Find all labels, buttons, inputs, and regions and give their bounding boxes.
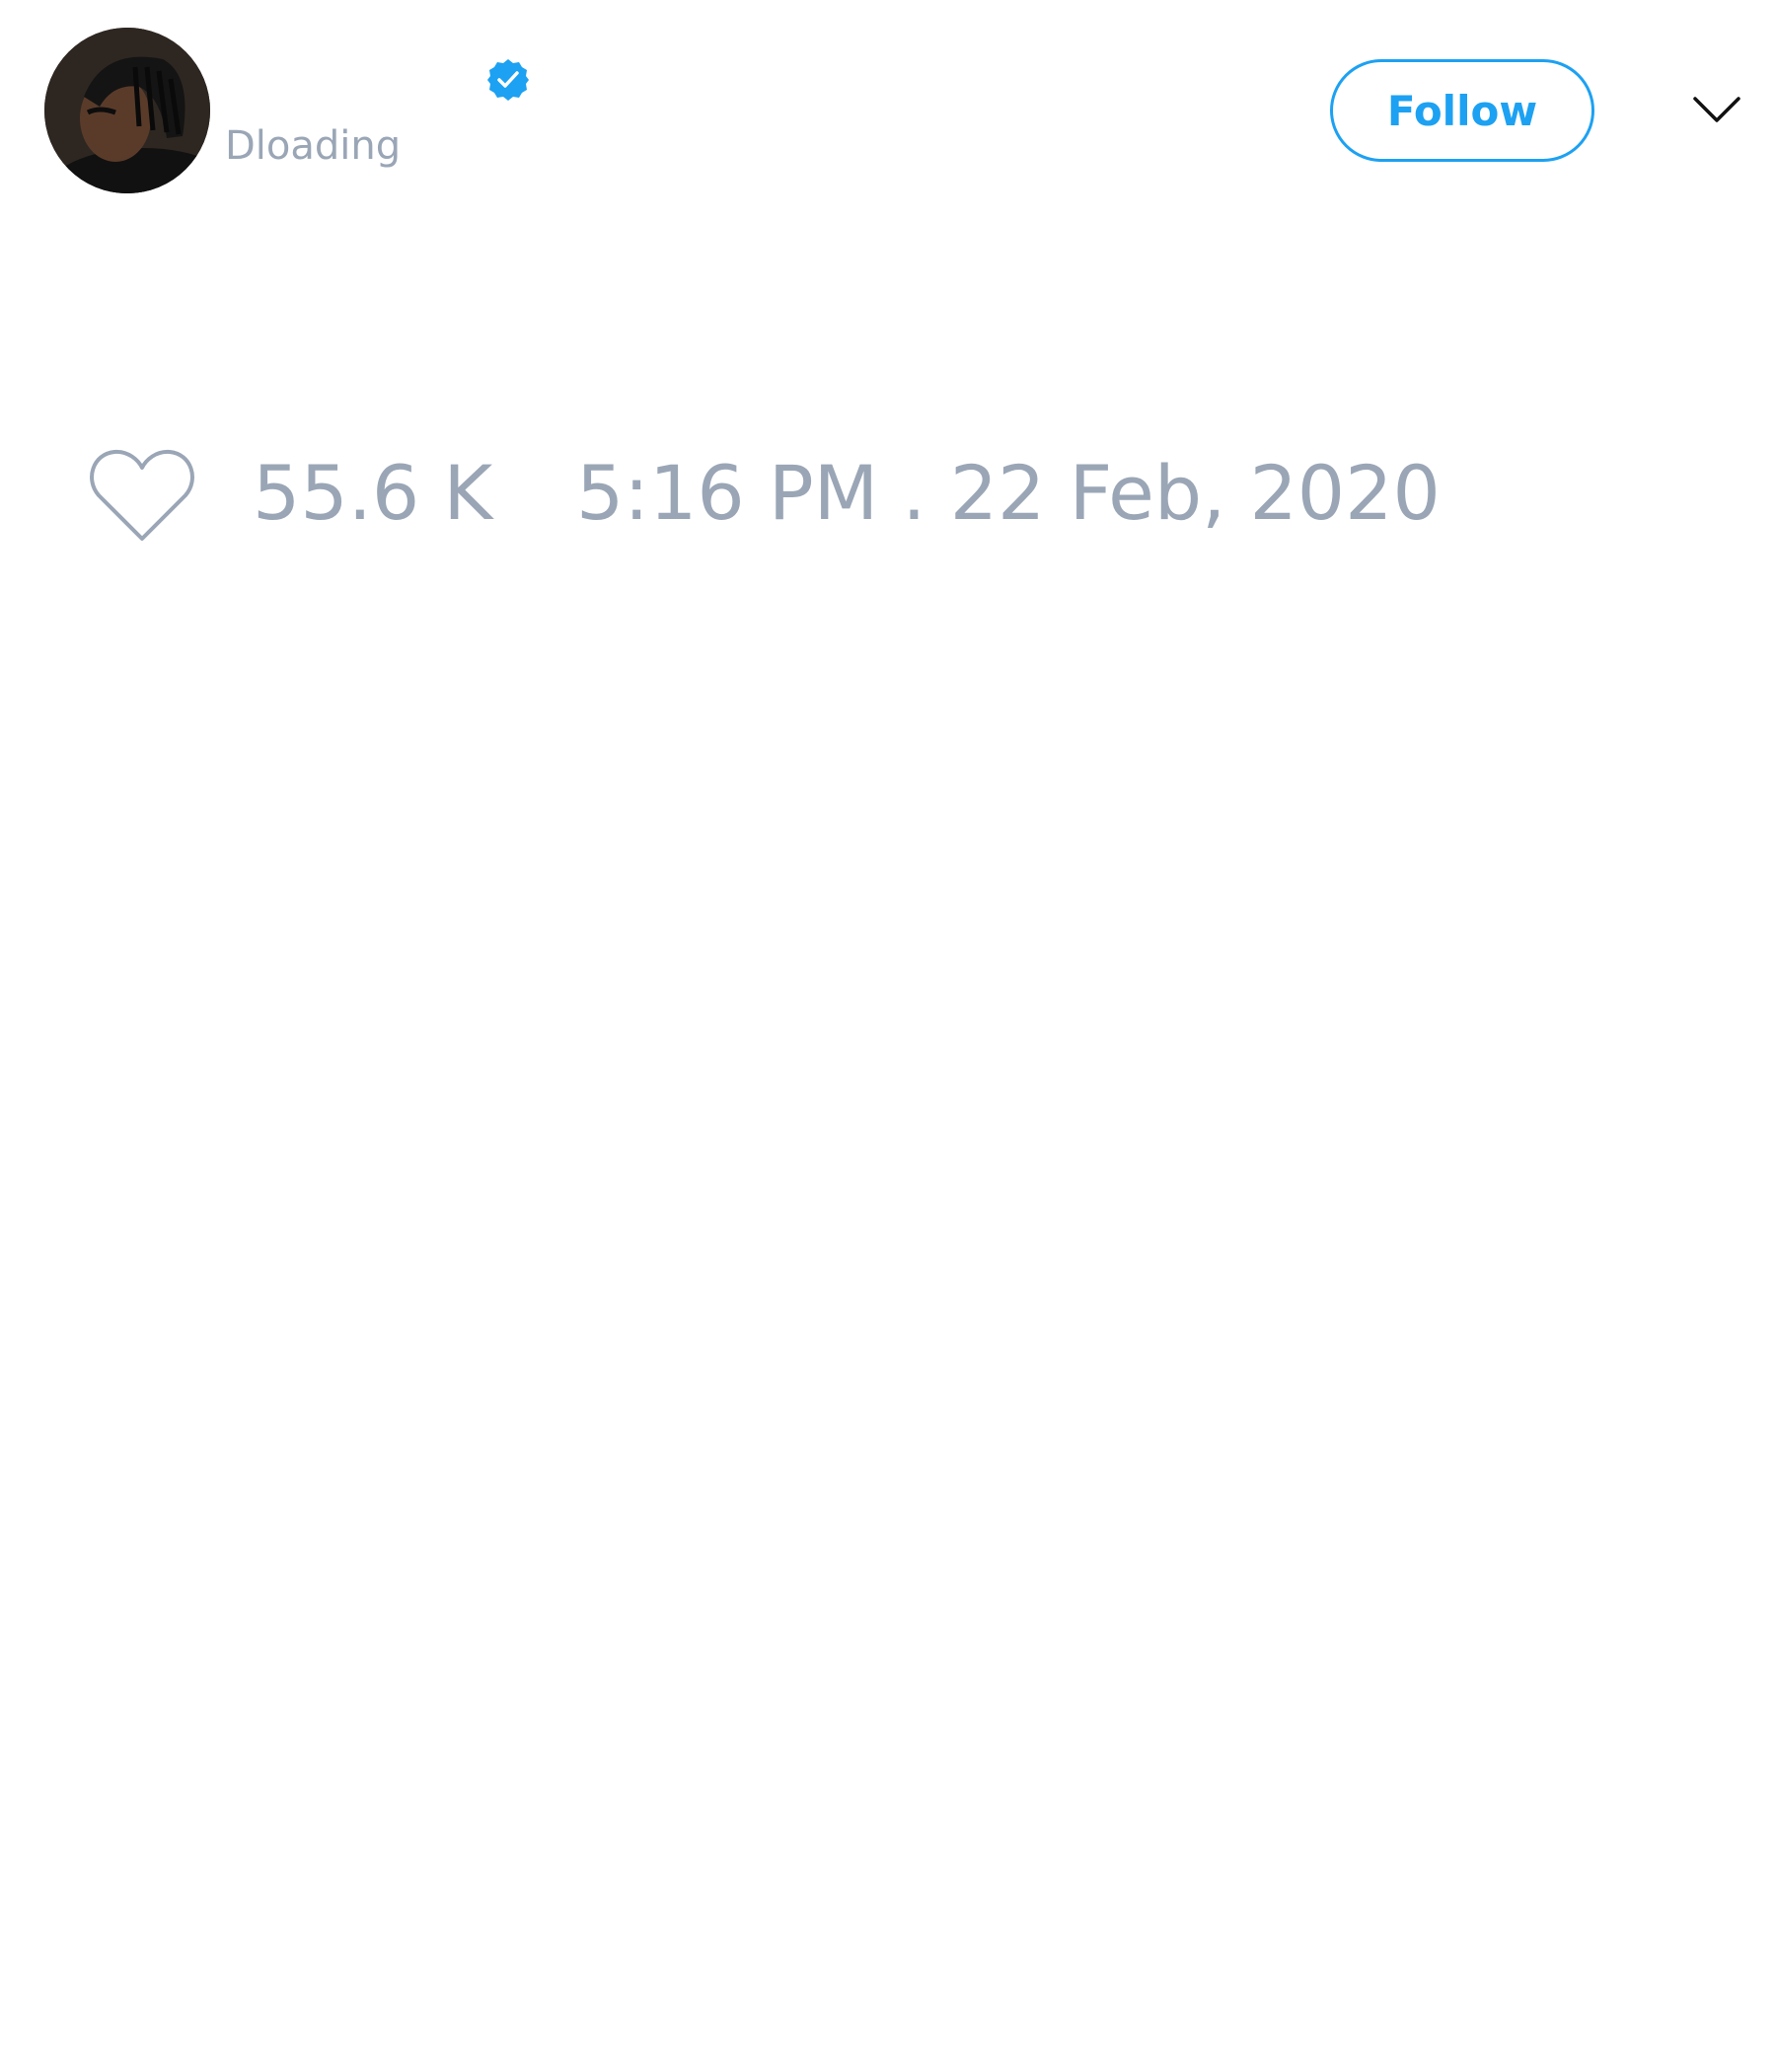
like-count: 55.6 K <box>253 449 493 537</box>
chevron-down-icon[interactable] <box>1691 91 1742 130</box>
author-handle[interactable]: Dloading <box>225 126 401 166</box>
tweet-card: Dloading Follow 55.6 K 5:16 PM . 22 Feb,… <box>0 0 1776 2072</box>
avatar-photo-icon <box>44 28 210 193</box>
follow-button[interactable]: Follow <box>1330 59 1594 162</box>
heart-icon[interactable] <box>87 446 197 545</box>
tweet-timestamp[interactable]: 5:16 PM . 22 Feb, 2020 <box>576 456 1441 531</box>
avatar[interactable] <box>44 28 210 193</box>
verified-badge-icon <box>485 57 531 103</box>
